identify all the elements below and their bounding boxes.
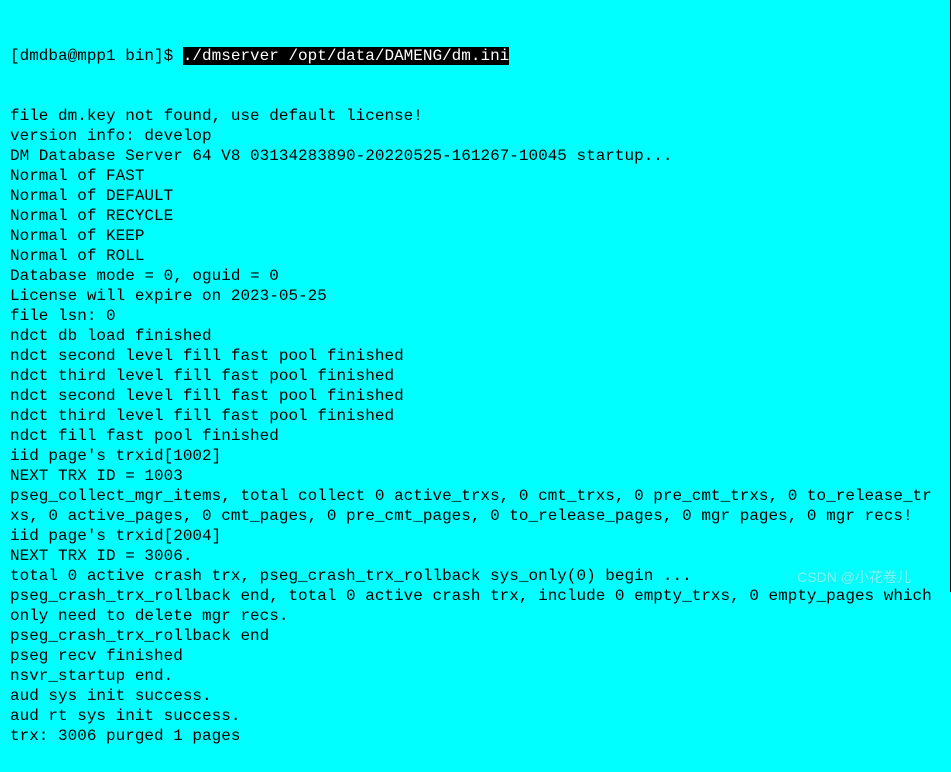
- output-line: ndct db load finished: [10, 326, 941, 346]
- output-line: Normal of FAST: [10, 166, 941, 186]
- output-line: Normal of RECYCLE: [10, 206, 941, 226]
- output-line: Normal of DEFAULT: [10, 186, 941, 206]
- output-line: pseg recv finished: [10, 646, 941, 666]
- output-line: ndct third level fill fast pool finished: [10, 406, 941, 426]
- output-line: pseg_crash_trx_rollback end: [10, 626, 941, 646]
- output-line: pseg_crash_trx_rollback end, total 0 act…: [10, 586, 941, 626]
- output-line: ndct fill fast pool finished: [10, 426, 941, 446]
- output-lines: file dm.key not found, use default licen…: [10, 106, 941, 746]
- shell-command: ./dmserver /opt/data/DAMENG/dm.ini: [183, 47, 509, 65]
- output-line: nsvr_startup end.: [10, 666, 941, 686]
- output-line: total 0 active crash trx, pseg_crash_trx…: [10, 566, 941, 586]
- terminal-output[interactable]: [dmdba@mpp1 bin]$ ./dmserver /opt/data/D…: [0, 0, 951, 772]
- output-line: file lsn: 0: [10, 306, 941, 326]
- output-line: Database mode = 0, oguid = 0: [10, 266, 941, 286]
- output-line: version info: develop: [10, 126, 941, 146]
- output-line: ndct third level fill fast pool finished: [10, 366, 941, 386]
- output-line: License will expire on 2023-05-25: [10, 286, 941, 306]
- output-line: Normal of ROLL: [10, 246, 941, 266]
- output-line: aud rt sys init success.: [10, 706, 941, 726]
- output-line: Normal of KEEP: [10, 226, 941, 246]
- output-line: iid page's trxid[1002]: [10, 446, 941, 466]
- output-line: aud sys init success.: [10, 686, 941, 706]
- output-line: DM Database Server 64 V8 03134283890-202…: [10, 146, 941, 166]
- prompt-line: [dmdba@mpp1 bin]$ ./dmserver /opt/data/D…: [10, 46, 941, 66]
- output-line: file dm.key not found, use default licen…: [10, 106, 941, 126]
- output-line: ndct second level fill fast pool finishe…: [10, 386, 941, 406]
- output-line: trx: 3006 purged 1 pages: [10, 726, 941, 746]
- output-line: NEXT TRX ID = 1003: [10, 466, 941, 486]
- shell-prompt: [dmdba@mpp1 bin]$: [10, 47, 183, 65]
- output-line: ndct second level fill fast pool finishe…: [10, 346, 941, 366]
- output-line: iid page's trxid[2004]: [10, 526, 941, 546]
- output-line: NEXT TRX ID = 3006.: [10, 546, 941, 566]
- output-line: pseg_collect_mgr_items, total collect 0 …: [10, 486, 941, 526]
